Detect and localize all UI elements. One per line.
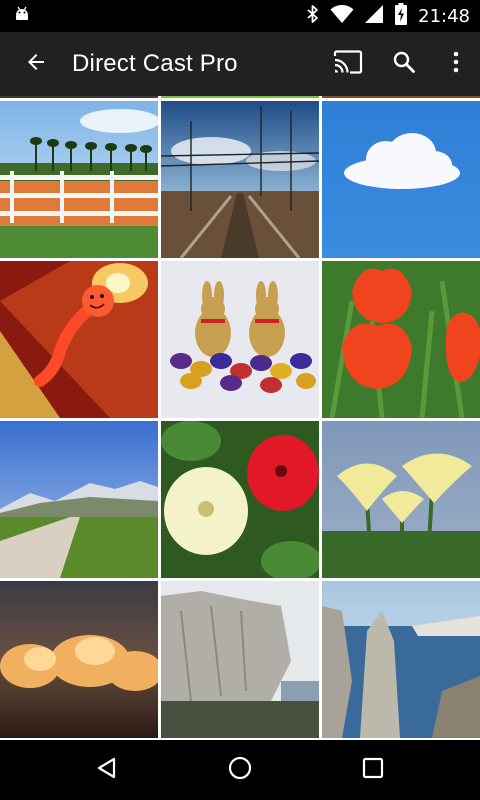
photo-mountain-road: [0, 421, 158, 578]
photo-tile-partial[interactable]: [161, 96, 319, 98]
photo-candle-figure: [0, 261, 158, 418]
photo-red-tulips: [322, 261, 480, 418]
wifi-icon: [330, 4, 354, 29]
app-title: Direct Cast Pro: [72, 50, 238, 77]
bluetooth-icon: [306, 4, 320, 29]
photo-tile[interactable]: [0, 261, 158, 418]
photo-petunias: [161, 421, 319, 578]
photo-palm-fence: [0, 101, 158, 258]
photo-tile[interactable]: [322, 101, 480, 258]
photo-tile[interactable]: [161, 421, 319, 578]
app-bar: Direct Cast Pro: [0, 32, 480, 96]
photo-tile-partial[interactable]: [322, 96, 480, 98]
back-button[interactable]: [0, 32, 72, 96]
photo-tile[interactable]: [161, 261, 319, 418]
photo-tile[interactable]: [322, 261, 480, 418]
photo-tile[interactable]: [161, 581, 319, 738]
photo-sea-stack: [322, 581, 480, 738]
photo-cloud: [322, 101, 480, 258]
nav-back-button[interactable]: [77, 740, 137, 800]
photo-grid[interactable]: [0, 96, 480, 740]
search-button[interactable]: [376, 32, 432, 96]
nav-recents-button[interactable]: [343, 740, 403, 800]
nav-home-button[interactable]: [210, 740, 270, 800]
photo-tile[interactable]: [322, 421, 480, 578]
home-circle-icon: [227, 755, 253, 786]
arrow-back-icon: [24, 50, 48, 79]
status-time: 21:48: [418, 5, 470, 27]
photo-chalk-cliffs: [161, 581, 319, 738]
photo-railway: [161, 101, 319, 258]
status-bar: 21:48: [0, 0, 480, 32]
android-debug-icon: [12, 4, 32, 29]
photo-tile[interactable]: [161, 101, 319, 258]
photo-tile[interactable]: [0, 101, 158, 258]
battery-charging-icon: [394, 2, 408, 30]
back-triangle-icon: [95, 756, 119, 785]
status-right: 21:48: [306, 2, 470, 30]
more-vert-icon: [452, 50, 460, 79]
cast-button[interactable]: [320, 32, 376, 96]
cast-icon: [333, 49, 363, 79]
search-icon: [392, 50, 416, 79]
photo-tile-partial[interactable]: [0, 96, 158, 98]
photo-tile[interactable]: [0, 421, 158, 578]
photo-tile[interactable]: [0, 581, 158, 738]
recents-square-icon: [362, 757, 384, 784]
photo-yellow-flowers: [322, 421, 480, 578]
overflow-menu-button[interactable]: [432, 32, 480, 96]
signal-icon: [364, 4, 384, 29]
photo-chocolate-bunnies: [161, 261, 319, 418]
photo-sunset-clouds: [0, 581, 158, 738]
status-left: [12, 4, 32, 29]
navigation-bar: [0, 740, 480, 800]
photo-tile[interactable]: [322, 581, 480, 738]
